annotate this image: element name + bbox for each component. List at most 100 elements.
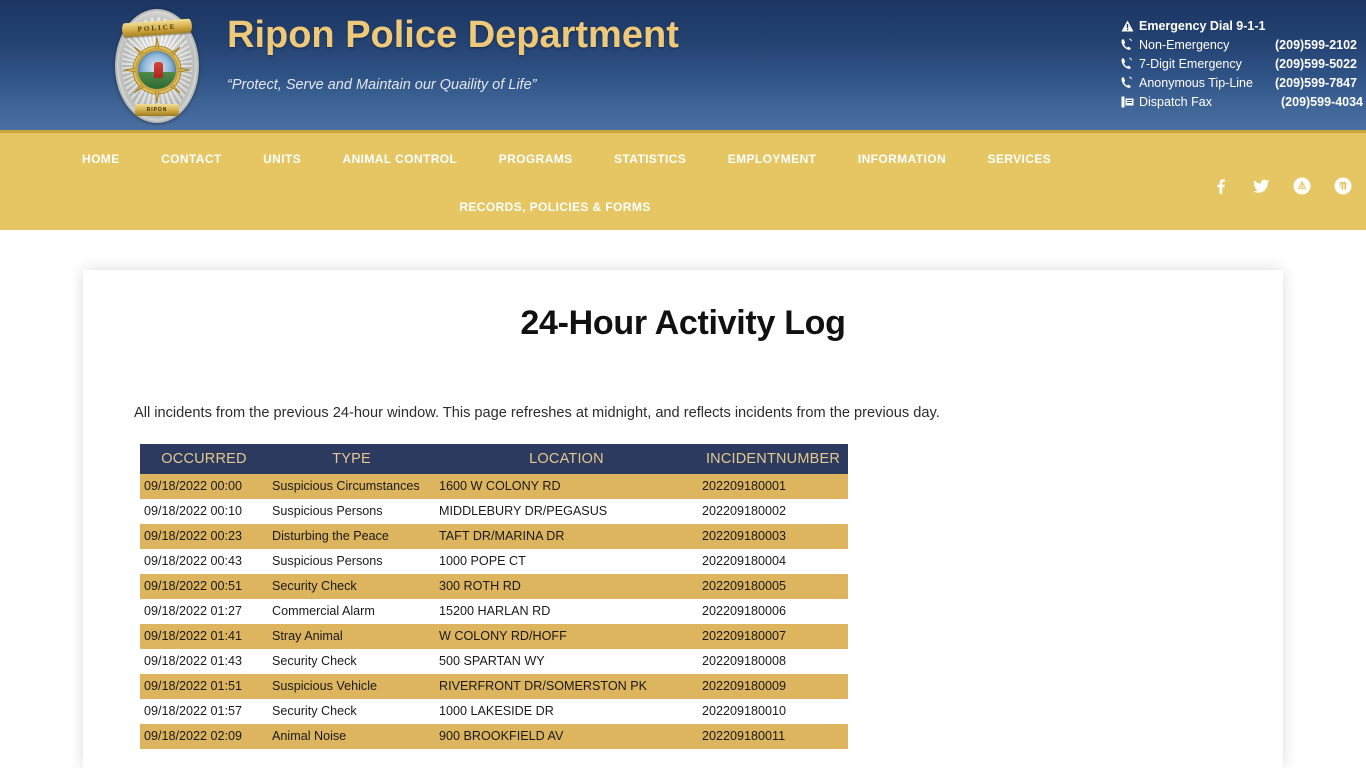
cell-type: Security Check [268,573,435,599]
nextdoor-icon[interactable] [1328,171,1358,201]
table-row: 09/18/2022 00:10 Suspicious Persons MIDD… [140,498,848,524]
cell-occurred: 09/18/2022 00:00 [140,473,268,499]
contact-number: (209)599-7847 [1275,76,1358,90]
cell-occurred: 09/18/2022 01:51 [140,673,268,699]
cell-occurred: 09/18/2022 02:09 [140,723,268,749]
cell-occurred: 09/18/2022 01:57 [140,698,268,724]
contact-label: Anonymous Tip-Line [1139,76,1253,90]
table-row: 09/18/2022 00:51 Security Check 300 ROTH… [140,573,848,599]
cell-type: Security Check [268,698,435,724]
table-row: 09/18/2022 00:00 Suspicious Circumstance… [140,473,848,499]
content-card: 24-Hour Activity Log All incidents from … [83,270,1283,768]
nav-item-programs[interactable]: PROGRAMS [499,146,573,172]
cell-occurred: 09/18/2022 01:43 [140,648,268,674]
cell-type: Stray Animal [268,623,435,649]
cell-location: 1600 W COLONY RD [435,473,698,499]
column-header-occurred: OCCURRED [140,443,268,474]
nav-primary-row: HOME CONTACT UNITS ANIMAL CONTROL PROGRA… [0,146,1100,172]
cell-incident-number: 202209180001 [698,473,848,499]
police-badge-icon: POLICE RIPON [107,7,207,125]
contact-number: (209)599-5022 [1275,57,1358,71]
column-header-location: LOCATION [435,443,698,474]
table-row: 09/18/2022 00:43 Suspicious Persons 1000… [140,548,848,574]
column-header-incident-number: INCIDENTNUMBER [698,443,848,474]
cell-location: TAFT DR/MARINA DR [435,523,698,549]
table-row: 09/18/2022 01:27 Commercial Alarm 15200 … [140,598,848,624]
table-row: 09/18/2022 01:43 Security Check 500 SPAR… [140,648,848,674]
table-row: 09/18/2022 01:57 Security Check 1000 LAK… [140,698,848,724]
table-row: 09/18/2022 01:41 Stray Animal W COLONY R… [140,623,848,649]
cell-incident-number: 202209180009 [698,673,848,699]
cell-incident-number: 202209180002 [698,498,848,524]
nav-item-home[interactable]: HOME [82,146,120,172]
contact-label: Non-Emergency [1139,38,1230,52]
badge-bottom-tab: RIPON [135,104,179,116]
facebook-icon[interactable] [1205,171,1235,201]
cell-location: 1000 LAKESIDE DR [435,698,698,724]
contact-number: (209)599-4034 [1281,95,1364,109]
nav-item-information[interactable]: INFORMATION [858,146,946,172]
cell-type: Disturbing the Peace [268,523,435,549]
page-body: 24-Hour Activity Log All incidents from … [0,230,1366,768]
cell-incident-number: 202209180004 [698,548,848,574]
cell-location: 500 SPARTAN WY [435,648,698,674]
cell-type: Suspicious Circumstances [268,473,435,499]
contact-label: Emergency Dial 9-1-1 [1139,19,1266,33]
nav-item-units[interactable]: UNITS [263,146,301,172]
column-header-type: TYPE [268,443,435,474]
cell-location: 1000 POPE CT [435,548,698,574]
cell-location: 15200 HARLAN RD [435,598,698,624]
badge-bottom-text: RIPON [146,107,168,113]
contact-label: 7-Digit Emergency [1139,57,1242,71]
page-title: 24-Hour Activity Log [520,304,846,342]
department-title: Ripon Police Department [227,14,679,56]
main-navigation: HOME CONTACT UNITS ANIMAL CONTROL PROGRA… [0,130,1366,230]
cell-incident-number: 202209180008 [698,648,848,674]
department-tagline: “Protect, Serve and Maintain our Quailit… [227,77,537,93]
nav-item-contact[interactable]: CONTACT [161,146,222,172]
activity-log-table-wrap: OCCURRED TYPE LOCATION INCIDENTNUMBER 09… [140,443,848,749]
cell-occurred: 09/18/2022 01:27 [140,598,268,624]
phone-icon [1120,36,1134,55]
cell-occurred: 09/18/2022 01:41 [140,623,268,649]
nav-item-employment[interactable]: EMPLOYMENT [728,146,817,172]
cell-incident-number: 202209180011 [698,723,848,749]
phone-icon [1120,74,1134,93]
cell-type: Security Check [268,648,435,674]
cell-type: Suspicious Vehicle [268,673,435,699]
site-header: POLICE RIPON Ripon Police Department “Pr… [0,0,1366,130]
table-row: 09/18/2022 00:23 Disturbing the Peace TA… [140,523,848,549]
cell-type: Animal Noise [268,723,435,749]
cell-location: RIVERFRONT DR/SOMERSTON PK [435,673,698,699]
cell-incident-number: 202209180010 [698,698,848,724]
cell-location: W COLONY RD/HOFF [435,623,698,649]
city-seal-emblem [135,48,179,92]
contact-label: Dispatch Fax [1139,95,1212,109]
table-body: 09/18/2022 00:00 Suspicious Circumstance… [140,473,848,749]
cell-incident-number: 202209180007 [698,623,848,649]
nav-item-services[interactable]: SERVICES [987,146,1051,172]
cell-type: Suspicious Persons [268,498,435,524]
cell-location: 300 ROTH RD [435,573,698,599]
cell-occurred: 09/18/2022 00:23 [140,523,268,549]
cell-incident-number: 202209180005 [698,573,848,599]
cell-occurred: 09/18/2022 00:43 [140,548,268,574]
nav-item-animal-control[interactable]: ANIMAL CONTROL [343,146,458,172]
cell-occurred: 09/18/2022 00:10 [140,498,268,524]
cell-location: 900 BROOKFIELD AV [435,723,698,749]
nav-item-records-policies-forms[interactable]: RECORDS, POLICIES & FORMS [459,194,650,220]
table-row: 09/18/2022 01:51 Suspicious Vehicle RIVE… [140,673,848,699]
cell-type: Suspicious Persons [268,548,435,574]
city-seal-icon[interactable] [1287,171,1317,201]
activity-log-table: OCCURRED TYPE LOCATION INCIDENTNUMBER 09… [140,443,848,749]
social-links [1192,171,1358,205]
table-header-row: OCCURRED TYPE LOCATION INCIDENTNUMBER [140,443,848,474]
nav-secondary-row: RECORDS, POLICIES & FORMS [0,194,1110,220]
cell-occurred: 09/18/2022 00:51 [140,573,268,599]
twitter-icon[interactable] [1246,171,1276,201]
nav-item-statistics[interactable]: STATISTICS [614,146,686,172]
cell-type: Commercial Alarm [268,598,435,624]
cell-incident-number: 202209180006 [698,598,848,624]
phone-icon [1120,55,1134,74]
contact-number: (209)599-2102 [1275,38,1358,52]
